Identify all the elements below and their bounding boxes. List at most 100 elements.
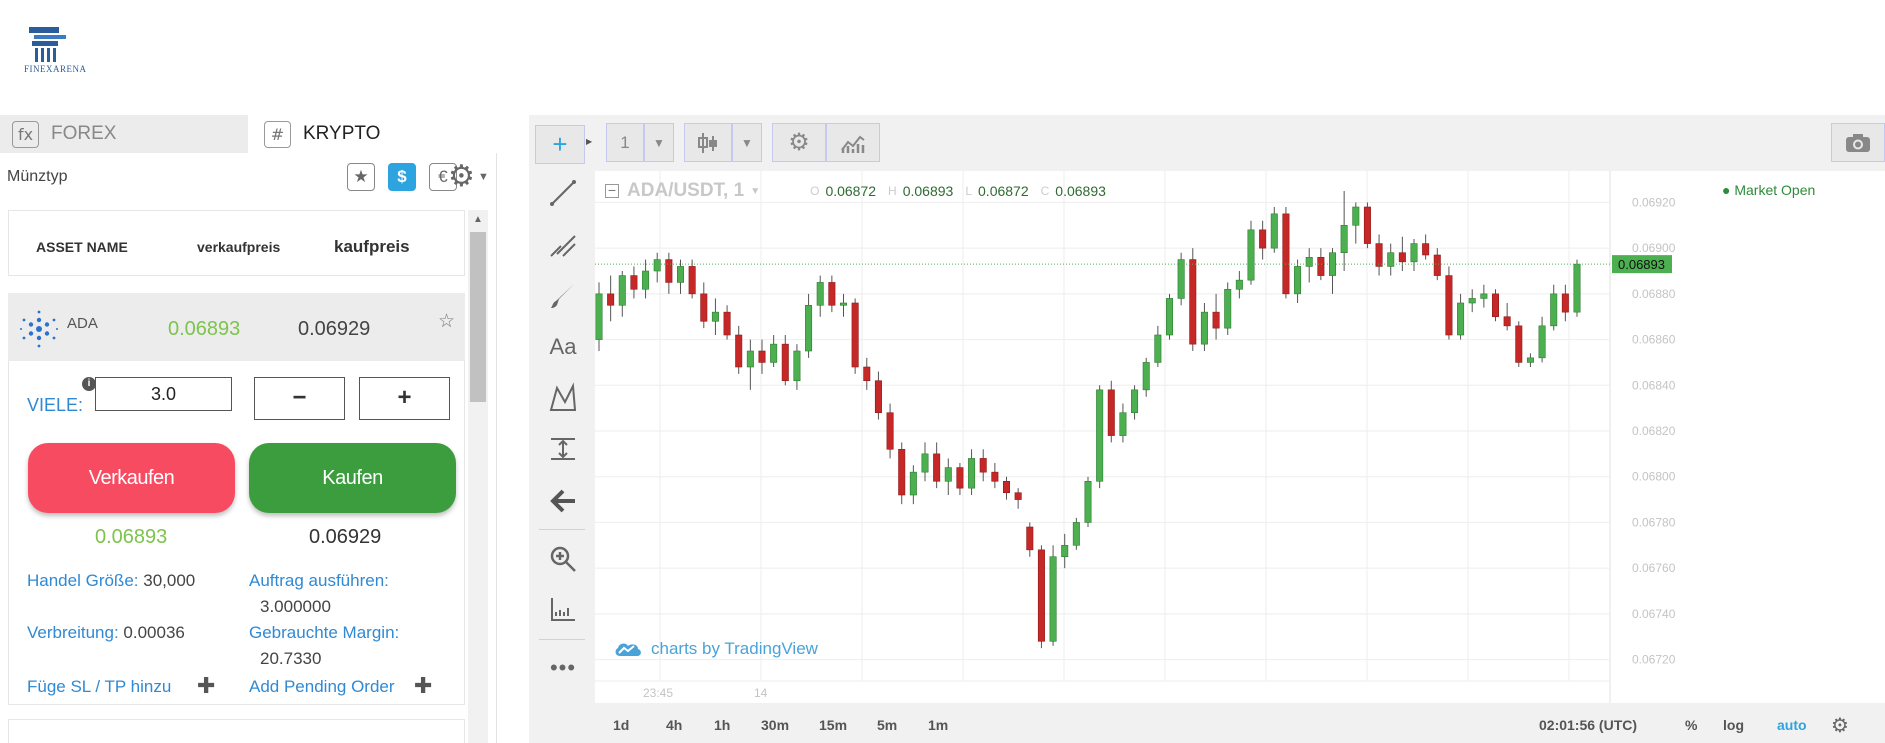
tradingview-watermark[interactable]: charts by TradingView <box>613 639 818 659</box>
asset-row-ada[interactable]: ADA 0.06893 0.06929 ☆ <box>8 293 465 361</box>
add-pending-order-link[interactable]: Add Pending Order <box>249 677 395 697</box>
timeframe-1h[interactable]: 1h <box>714 717 730 733</box>
auto-scale-toggle[interactable]: auto <box>1777 717 1807 733</box>
candle-body[interactable] <box>816 282 824 306</box>
brush-tool-icon[interactable] <box>547 280 579 312</box>
add-sl-tp-plus-icon[interactable]: ✚ <box>197 673 215 699</box>
candle-body[interactable] <box>1061 544 1069 558</box>
candle-body[interactable] <box>1363 206 1371 244</box>
candle-body[interactable] <box>886 412 894 450</box>
timeframe-1d[interactable]: 1d <box>613 717 629 733</box>
candle-body[interactable] <box>1526 357 1534 363</box>
candle-body[interactable] <box>653 259 661 272</box>
candle-body[interactable] <box>1049 556 1057 642</box>
crosshair-tool-icon[interactable]: + <box>535 125 585 164</box>
candle-body[interactable] <box>1422 243 1430 256</box>
candle-body[interactable] <box>1072 522 1080 546</box>
candle-body[interactable] <box>839 302 848 306</box>
zoom-in-icon[interactable] <box>547 543 579 575</box>
candle-body[interactable] <box>944 467 952 482</box>
buy-button[interactable]: Kaufen <box>249 443 456 513</box>
utc-clock[interactable]: 02:01:56 (UTC) <box>1539 717 1637 733</box>
candle-body[interactable] <box>1270 213 1278 249</box>
pattern-tool-icon[interactable] <box>547 382 579 414</box>
candle-body[interactable] <box>1457 302 1465 336</box>
candle-body[interactable] <box>933 453 941 482</box>
candle-body[interactable] <box>595 293 603 340</box>
candle-body[interactable] <box>1165 298 1174 336</box>
candle-body[interactable] <box>1037 549 1045 642</box>
candle-body[interactable] <box>1259 229 1267 249</box>
candle-body[interactable] <box>909 471 917 496</box>
candle-body[interactable] <box>770 343 778 363</box>
candle-body[interactable] <box>863 366 871 382</box>
timeframe-15m[interactable]: 15m <box>819 717 847 733</box>
timeframe-1m[interactable]: 1m <box>928 717 948 733</box>
candle-body[interactable] <box>642 270 650 290</box>
candle-body[interactable] <box>921 453 929 473</box>
candle-body[interactable] <box>665 259 673 283</box>
candle-body[interactable] <box>1096 389 1104 482</box>
candle-body[interactable] <box>700 293 708 322</box>
candle-body[interactable] <box>956 467 964 489</box>
candle-body[interactable] <box>1282 213 1290 295</box>
candle-body[interactable] <box>1480 293 1488 299</box>
scroll-thumb[interactable] <box>470 232 486 402</box>
candle-body[interactable] <box>1561 293 1569 313</box>
candle-body[interactable] <box>1491 293 1500 318</box>
indicators-icon[interactable] <box>826 123 880 162</box>
chart-settings-gear-icon[interactable]: ⚙ <box>772 123 826 162</box>
pitchfork-tool-icon[interactable] <box>547 228 579 260</box>
candle-body[interactable] <box>688 266 696 295</box>
candle-body[interactable] <box>979 458 987 473</box>
candle-body[interactable] <box>851 302 859 368</box>
candle-body[interactable] <box>898 448 906 496</box>
candle-body[interactable] <box>1305 256 1313 267</box>
dollar-filter-icon[interactable]: $ <box>388 163 416 191</box>
collapse-legend-icon[interactable]: − <box>605 183 619 198</box>
chart-symbol[interactable]: ADA/USDT, 1 <box>627 180 744 202</box>
candlestick-chart-svg[interactable]: 0.06920 0.06900 0.06880 0.06860 0.06840 0.068… <box>595 171 1885 703</box>
candle-body[interactable] <box>1247 229 1255 281</box>
candle-body[interactable] <box>1340 224 1348 254</box>
candle-body[interactable] <box>1084 480 1092 523</box>
lots-input[interactable]: 3.0 <box>95 377 232 411</box>
candle-body[interactable] <box>1154 334 1162 363</box>
timeframe-4h[interactable]: 4h <box>666 717 682 733</box>
trend-line-tool-icon[interactable] <box>547 177 579 209</box>
interval-dropdown-icon[interactable]: ▼ <box>644 123 674 162</box>
sell-button[interactable]: Verkaufen <box>28 443 235 513</box>
candle-body[interactable] <box>711 311 719 322</box>
candle-body[interactable] <box>1410 243 1418 263</box>
candle-body[interactable] <box>793 350 801 382</box>
percent-scale-toggle[interactable]: % <box>1685 717 1697 733</box>
candle-body[interactable] <box>1352 206 1360 226</box>
candle-style-icon[interactable] <box>684 123 732 162</box>
candle-body[interactable] <box>1189 259 1197 345</box>
candle-body[interactable] <box>1538 325 1546 359</box>
candle-body[interactable] <box>758 350 766 363</box>
candle-body[interactable] <box>1026 526 1034 551</box>
candle-body[interactable] <box>1503 316 1511 327</box>
tab-forex[interactable]: fx FOREX <box>0 115 248 153</box>
lots-increase-button[interactable]: + <box>359 377 450 420</box>
chart-scale-settings-gear-icon[interactable]: ⚙ <box>1831 713 1849 738</box>
measure-tool-icon[interactable] <box>547 433 579 465</box>
candle-body[interactable] <box>1131 389 1139 414</box>
candle-body[interactable] <box>1002 480 1011 494</box>
interval-selector[interactable]: 1 <box>606 123 644 162</box>
candle-body[interactable] <box>968 458 976 489</box>
add-pending-plus-icon[interactable]: ✚ <box>414 673 432 699</box>
settings-gear-icon[interactable]: ⚙ <box>448 159 475 194</box>
settings-caret-icon[interactable]: ▼ <box>478 171 489 183</box>
candle-body[interactable] <box>1294 266 1302 295</box>
candle-body[interactable] <box>991 471 999 482</box>
candle-body[interactable] <box>1235 279 1243 290</box>
candle-body[interactable] <box>1107 389 1115 436</box>
candle-body[interactable] <box>607 293 615 306</box>
candle-body[interactable] <box>1014 492 1022 500</box>
favorites-filter-star-icon[interactable]: ★ <box>347 163 375 191</box>
candle-body[interactable] <box>1468 298 1476 304</box>
candle-body[interactable] <box>1200 311 1208 345</box>
candle-body[interactable] <box>1375 243 1383 267</box>
